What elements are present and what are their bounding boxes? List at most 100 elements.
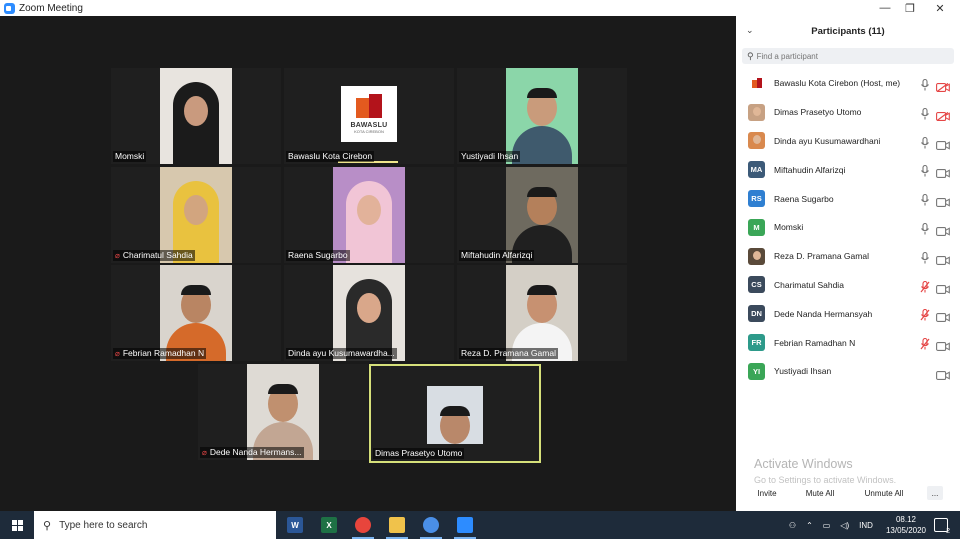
show-hidden-icons-chevron-icon[interactable]: ⌃: [806, 521, 813, 530]
camera-icon[interactable]: [936, 165, 950, 179]
taskbar-search-placeholder: Type here to search: [59, 519, 148, 531]
zoom-taskbar-button[interactable]: [448, 511, 482, 539]
zoom-icon: [457, 517, 473, 533]
participant-video: [506, 167, 578, 263]
participants-panel: ⌄ Participants (11) ⚲ Bawaslu Kota Cireb…: [736, 16, 960, 511]
camera-icon[interactable]: [936, 281, 950, 294]
video-tile[interactable]: Dimas Prasetyo Utomo: [369, 364, 541, 463]
avatar: RS: [748, 190, 765, 208]
participant-row[interactable]: FR Febrian Ramadhan N: [736, 328, 960, 357]
muted-mic-icon: ⌀: [202, 448, 207, 457]
participant-row[interactable]: YI Yustiyadi Ihsan: [736, 357, 960, 386]
invite-button[interactable]: Invite: [751, 486, 783, 500]
more-options-button[interactable]: ...: [927, 486, 943, 500]
video-tile[interactable]: Dinda ayu Kusumawardha...: [284, 265, 454, 361]
mic-muted-icon[interactable]: [920, 337, 930, 350]
video-tile[interactable]: Raena Sugarbo: [284, 167, 454, 263]
mic-icon[interactable]: [920, 78, 930, 91]
participant-name: Yustiyadi Ihsan: [774, 366, 832, 377]
participant-name-tag: Dimas Prasetyo Utomo: [373, 448, 465, 459]
participant-row[interactable]: Dinda ayu Kusumawardhani: [736, 127, 960, 156]
collapse-chevron-icon[interactable]: ⌄: [746, 25, 754, 36]
participant-row[interactable]: DN Dede Nanda Hermansyah: [736, 299, 960, 328]
video-tile[interactable]: Reza D. Pramana Gamal: [457, 265, 627, 361]
network-icon[interactable]: ▭: [823, 521, 831, 530]
participant-name-tag: Raena Sugarbo: [286, 250, 350, 261]
participant-video: [247, 364, 319, 460]
unmute-all-button[interactable]: Unmute All: [856, 486, 912, 500]
maximize-button[interactable]: ❐: [895, 0, 925, 16]
bawaslu-logo: BAWASLU KOTA CIREBON: [341, 86, 397, 142]
mic-muted-icon[interactable]: [920, 280, 930, 293]
chrome-alt-icon: [423, 517, 439, 533]
clock-date: 13/05/2020: [885, 526, 926, 535]
participant-row[interactable]: CS Charimatul Sahdia: [736, 271, 960, 300]
participant-row[interactable]: Dimas Prasetyo Utomo: [736, 98, 960, 127]
participant-search-input[interactable]: [756, 51, 937, 61]
camera-icon[interactable]: [936, 338, 950, 352]
participant-name: Momski: [115, 151, 145, 161]
clock[interactable]: 08.12 13/05/2020: [886, 514, 926, 536]
participant-name: Bawaslu Kota Cirebon: [288, 151, 373, 161]
zoom-window: Zoom Meeting — ❐ ✕ Momski BAWASLU KOTA CIR…: [0, 0, 960, 511]
chrome-taskbar-button[interactable]: [346, 511, 380, 539]
camera-off-icon[interactable]: [936, 79, 950, 93]
avatar: [748, 74, 765, 92]
participant-name: Miftahudin Alfarizqi: [774, 164, 846, 175]
participant-name-tag: ⌀ Dede Nanda Hermans...: [200, 447, 304, 458]
mic-icon[interactable]: [920, 193, 930, 206]
video-tile[interactable]: ⌀ Charimatul Sahdia: [111, 167, 281, 263]
video-tile[interactable]: Momski: [111, 68, 281, 164]
participant-video: [333, 167, 405, 263]
participant-name-tag: ⌀ Charimatul Sahdia: [113, 250, 195, 261]
camera-icon[interactable]: [936, 367, 950, 380]
mic-icon[interactable]: [920, 107, 930, 120]
video-tile[interactable]: Miftahudin Alfarizqi: [457, 167, 627, 263]
action-center-icon[interactable]: 2: [934, 518, 950, 535]
camera-icon[interactable]: [936, 137, 950, 150]
camera-off-icon[interactable]: [936, 108, 950, 121]
mic-icon[interactable]: [920, 222, 930, 235]
camera-icon[interactable]: [936, 194, 950, 208]
chrome-alt-taskbar-button[interactable]: [414, 511, 448, 539]
mic-icon[interactable]: [920, 136, 930, 149]
start-button[interactable]: [0, 511, 34, 539]
camera-icon[interactable]: [936, 252, 950, 265]
system-tray: ⚇ ⌃ ▭ ◁) IND 08.12 13/05/2020 2: [784, 511, 960, 539]
video-tile[interactable]: ⌀ Dede Nanda Hermans...: [198, 364, 368, 460]
participant-row[interactable]: RS Raena Sugarbo: [736, 184, 960, 213]
taskbar-search[interactable]: ⚲ Type here to search: [34, 511, 276, 539]
participant-row[interactable]: MA Miftahudin Alfarizqi: [736, 155, 960, 184]
participant-list: Bawaslu Kota Cirebon (Host, me) Dimas Pra…: [736, 69, 960, 386]
file-explorer-taskbar-button[interactable]: [380, 511, 414, 539]
participant-name-tag: ⌀ Febrian Ramadhan N: [113, 348, 207, 359]
camera-icon[interactable]: [936, 223, 950, 236]
people-icon[interactable]: ⚇: [789, 521, 796, 530]
participant-name: Reza D. Pramana Gamal: [461, 348, 556, 358]
participant-row[interactable]: Reza D. Pramana Gamal: [736, 242, 960, 271]
participant-video: [506, 265, 578, 361]
participant-row[interactable]: Bawaslu Kota Cirebon (Host, me): [736, 69, 960, 98]
word-taskbar-button[interactable]: W: [278, 511, 312, 539]
participant-name-tag: Miftahudin Alfarizqi: [459, 250, 535, 261]
volume-icon[interactable]: ◁): [840, 521, 849, 530]
mic-muted-icon[interactable]: [920, 308, 930, 321]
excel-taskbar-button[interactable]: X: [312, 511, 346, 539]
video-tile[interactable]: Yustiyadi Ihsan: [457, 68, 627, 164]
participant-name: Reza D. Pramana Gamal: [774, 251, 869, 262]
windows-logo-icon: [11, 519, 23, 531]
windows-taskbar: ⚲ Type here to search WX ⚇ ⌃ ▭ ◁) IND 08…: [0, 511, 960, 539]
camera-icon[interactable]: [936, 309, 950, 323]
mic-icon[interactable]: [920, 164, 930, 177]
close-button[interactable]: ✕: [925, 0, 955, 16]
mute-all-button[interactable]: Mute All: [799, 486, 841, 500]
language-indicator[interactable]: IND: [859, 521, 873, 530]
video-tile[interactable]: BAWASLU KOTA CIREBON Bawaslu Kota Cirebon: [284, 68, 454, 164]
participant-row[interactable]: M Momski: [736, 213, 960, 242]
avatar: [748, 247, 765, 265]
participant-search[interactable]: ⚲: [742, 48, 954, 64]
video-tile[interactable]: ⌀ Febrian Ramadhan N: [111, 265, 281, 361]
mic-icon[interactable]: [920, 251, 930, 264]
avatar: FR: [748, 334, 765, 352]
logo-subtext: KOTA CIREBON: [354, 129, 384, 134]
